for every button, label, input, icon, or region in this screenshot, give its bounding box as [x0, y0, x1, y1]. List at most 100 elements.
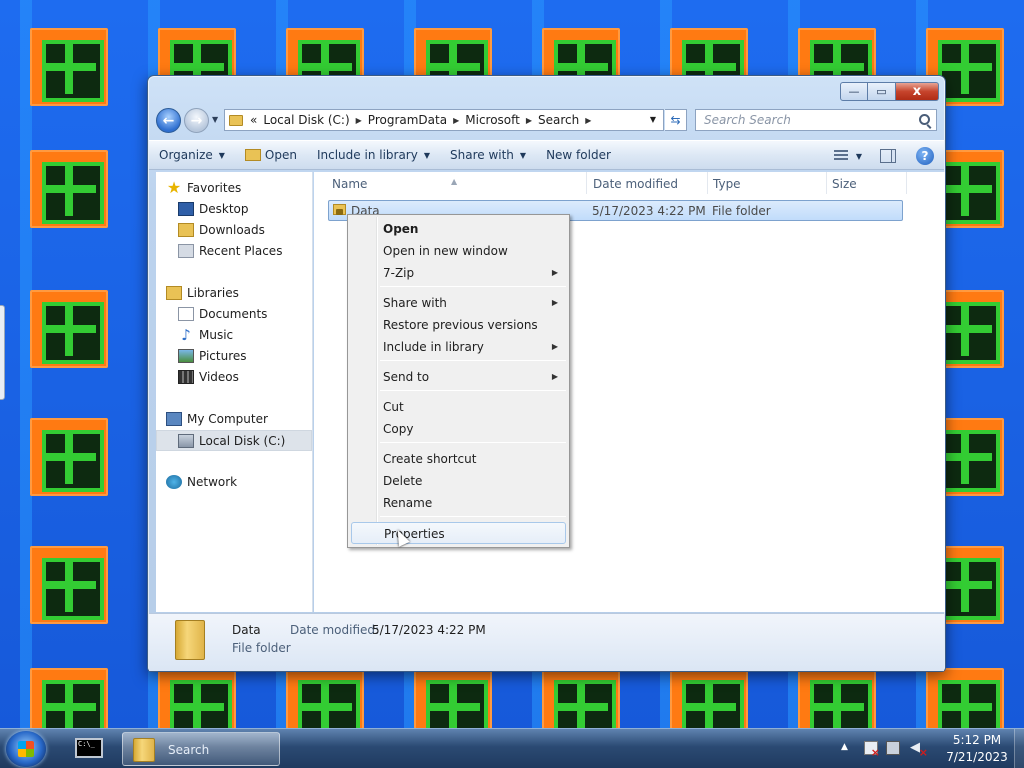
- menu-separator: [380, 286, 566, 287]
- open-button[interactable]: Open: [235, 148, 307, 162]
- breadcrumb-separator-icon[interactable]: ▶: [582, 116, 594, 125]
- computer-icon: [166, 412, 182, 426]
- view-list-icon[interactable]: [833, 150, 848, 162]
- show-desktop-button[interactable]: [1014, 729, 1024, 768]
- volume-icon[interactable]: ◀: [910, 741, 928, 761]
- refresh-button[interactable]: ⇆: [665, 109, 687, 131]
- menu-item-label: Open in new window: [383, 244, 508, 258]
- nav-label: Recent Places: [199, 244, 283, 258]
- wallpaper-window-tile: [542, 668, 620, 730]
- breadcrumb-local-disk[interactable]: Local Disk (C:): [260, 113, 352, 127]
- recent-pages-dropdown[interactable]: ▼: [212, 115, 218, 124]
- new-folder-button[interactable]: New folder: [536, 148, 621, 162]
- network-icon: [166, 475, 182, 489]
- address-bar[interactable]: « Local Disk (C:) ▶ ProgramData ▶ Micros…: [224, 109, 664, 131]
- column-name[interactable]: Name: [332, 177, 367, 191]
- minimize-button[interactable]: —: [840, 82, 868, 101]
- breadcrumb-separator-icon[interactable]: ▶: [353, 116, 365, 125]
- documents-icon: [178, 307, 194, 321]
- menu-item-rename[interactable]: Rename: [351, 492, 566, 514]
- breadcrumb-search[interactable]: Search: [535, 113, 582, 127]
- taskbar-cmd-button[interactable]: C:\_: [70, 732, 110, 766]
- menu-item-create-shortcut[interactable]: Create shortcut: [351, 448, 566, 470]
- show-hidden-icons-icon[interactable]: ▲: [841, 742, 848, 752]
- folder-icon: [133, 738, 155, 762]
- column-divider[interactable]: [826, 172, 827, 194]
- nav-my-computer[interactable]: My Computer: [166, 412, 268, 426]
- nav-music[interactable]: ♪ Music: [178, 328, 233, 343]
- breadcrumb-separator-icon[interactable]: ▶: [523, 116, 535, 125]
- nav-local-disk[interactable]: Local Disk (C:): [156, 430, 312, 451]
- column-divider[interactable]: [906, 172, 907, 194]
- column-date-modified[interactable]: Date modified: [593, 177, 678, 191]
- wallpaper-window-tile: [158, 668, 236, 730]
- new-folder-label: New folder: [546, 148, 611, 162]
- include-in-library-button[interactable]: Include in library ▼: [307, 148, 440, 162]
- menu-item-share-with[interactable]: Share with ▶: [351, 292, 566, 314]
- wallpaper-window-tile: [926, 668, 1004, 730]
- chevron-down-icon: ▼: [218, 150, 225, 160]
- nav-videos[interactable]: Videos: [178, 370, 239, 384]
- menu-item-include-in-library[interactable]: Include in library ▶: [351, 336, 566, 358]
- forward-button[interactable]: →: [184, 108, 209, 133]
- menu-item-label: Restore previous versions: [383, 318, 538, 332]
- wallpaper-window-tile: [30, 668, 108, 730]
- share-with-button[interactable]: Share with ▼: [440, 148, 536, 162]
- preview-pane-icon[interactable]: [880, 149, 896, 163]
- address-overflow[interactable]: «: [247, 113, 260, 127]
- nav-desktop[interactable]: Desktop: [178, 202, 249, 216]
- maximize-icon: ▭: [876, 85, 887, 98]
- view-options-dropdown-icon[interactable]: ▼: [856, 152, 862, 161]
- network-status-icon[interactable]: [886, 741, 900, 755]
- clock[interactable]: 5:12 PM 7/21/2023: [942, 732, 1012, 766]
- breadcrumb-separator-icon[interactable]: ▶: [450, 116, 462, 125]
- action-center-icon[interactable]: [864, 741, 880, 759]
- nav-documents[interactable]: Documents: [178, 307, 267, 321]
- nav-pictures[interactable]: Pictures: [178, 349, 247, 363]
- search-icon[interactable]: [919, 114, 930, 125]
- search-placeholder: Search Search: [704, 113, 791, 127]
- menu-item-cut[interactable]: Cut: [351, 396, 566, 418]
- context-menu: Open Open in new window 7-Zip ▶ Share wit…: [347, 214, 570, 548]
- menu-item-delete[interactable]: Delete: [351, 470, 566, 492]
- nav-network[interactable]: Network: [166, 475, 237, 489]
- recent-places-icon: [178, 244, 194, 258]
- close-button[interactable]: x: [896, 82, 939, 101]
- menu-item-open-new-window[interactable]: Open in new window: [351, 240, 566, 262]
- address-history-dropdown-icon[interactable]: ▼: [645, 112, 661, 128]
- menu-separator: [380, 442, 566, 443]
- desktop-gadget-edge[interactable]: [0, 305, 5, 400]
- column-divider[interactable]: [586, 172, 587, 194]
- nav-libraries[interactable]: Libraries: [166, 286, 239, 300]
- nav-label: My Computer: [187, 412, 268, 426]
- chevron-down-icon: ▼: [423, 150, 430, 160]
- desktop-icon: [178, 202, 194, 216]
- menu-item-send-to[interactable]: Send to ▶: [351, 366, 566, 388]
- details-type: File folder: [232, 641, 291, 655]
- taskbar-explorer-button[interactable]: Search: [122, 732, 280, 766]
- start-button[interactable]: [6, 731, 46, 767]
- menu-item-copy[interactable]: Copy: [351, 418, 566, 440]
- organize-button[interactable]: Organize ▼: [149, 148, 235, 162]
- nav-label: Favorites: [187, 181, 242, 195]
- menu-item-properties[interactable]: Properties: [351, 522, 566, 544]
- column-size[interactable]: Size: [832, 177, 857, 191]
- menu-item-restore-previous-versions[interactable]: Restore previous versions: [351, 314, 566, 336]
- nav-downloads[interactable]: Downloads: [178, 223, 265, 237]
- menu-item-open[interactable]: Open: [351, 218, 566, 240]
- wallpaper-window-tile: [30, 418, 108, 496]
- wallpaper-window-tile: [414, 668, 492, 730]
- star-icon: ★: [166, 178, 182, 197]
- menu-item-7zip[interactable]: 7-Zip ▶: [351, 262, 566, 284]
- nav-recent-places[interactable]: Recent Places: [178, 244, 282, 258]
- menu-item-label: Send to: [383, 370, 430, 384]
- breadcrumb-microsoft[interactable]: Microsoft: [462, 113, 523, 127]
- maximize-button[interactable]: ▭: [868, 82, 896, 101]
- back-button[interactable]: ←: [156, 108, 181, 133]
- breadcrumb-programdata[interactable]: ProgramData: [365, 113, 450, 127]
- search-input[interactable]: Search Search: [695, 109, 937, 131]
- column-type[interactable]: Type: [713, 177, 741, 191]
- help-icon[interactable]: ?: [916, 147, 934, 165]
- nav-favorites[interactable]: ★ Favorites: [166, 178, 242, 197]
- column-divider[interactable]: [707, 172, 708, 194]
